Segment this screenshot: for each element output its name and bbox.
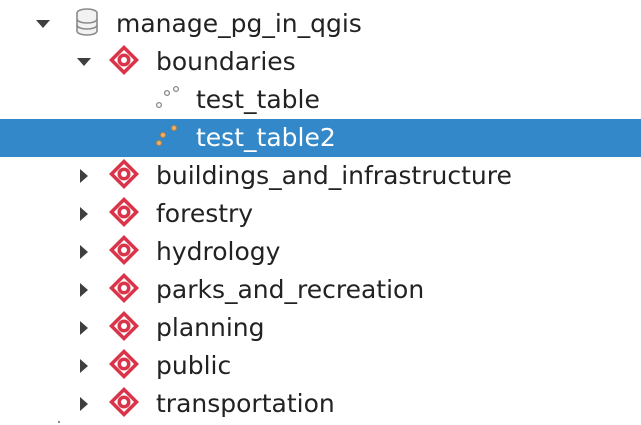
point-layer-icon — [155, 85, 181, 115]
table-label: test_table2 — [196, 123, 336, 152]
tree-item-schema-transportation[interactable]: transportation — [0, 385, 641, 423]
schema-icon — [108, 348, 140, 384]
schema-icon — [108, 44, 140, 80]
schema-icon — [108, 272, 140, 308]
tree-guide-dot — [58, 421, 60, 423]
tree-item-database[interactable]: manage_pg_in_qgis — [0, 5, 641, 43]
expand-arrow-icon[interactable] — [80, 169, 88, 183]
database-icon — [74, 8, 100, 40]
schema-label: buildings_and_infrastructure — [156, 161, 512, 190]
tree-item-schema-forestry[interactable]: forestry — [0, 195, 641, 233]
tree-item-table-test-table2[interactable]: test_table2 — [0, 119, 641, 157]
tree-item-schema-planning[interactable]: planning — [0, 309, 641, 347]
table-label: test_table — [196, 85, 320, 114]
schema-icon — [108, 310, 140, 346]
schema-label: hydrology — [156, 237, 281, 266]
expand-arrow-icon[interactable] — [80, 245, 88, 259]
schema-icon — [108, 196, 140, 232]
schema-icon — [108, 386, 140, 422]
schema-icon — [108, 234, 140, 270]
tree-item-schema-public[interactable]: public — [0, 347, 641, 385]
tree-item-table-test-table[interactable]: test_table — [0, 81, 641, 119]
database-label: manage_pg_in_qgis — [116, 9, 362, 38]
collapse-arrow-icon[interactable] — [36, 20, 50, 28]
expand-arrow-icon[interactable] — [80, 207, 88, 221]
expand-arrow-icon[interactable] — [80, 359, 88, 373]
expand-arrow-icon[interactable] — [80, 397, 88, 411]
tree-item-schema-hydrology[interactable]: hydrology — [0, 233, 641, 271]
tree-item-schema-parks-and-recreation[interactable]: parks_and_recreation — [0, 271, 641, 309]
schema-label: parks_and_recreation — [156, 275, 425, 304]
expand-arrow-icon[interactable] — [80, 283, 88, 297]
schema-label: transportation — [156, 389, 335, 418]
schema-label: public — [156, 351, 232, 380]
schema-label: forestry — [156, 199, 254, 228]
point-layer-icon — [155, 123, 181, 153]
collapse-arrow-icon[interactable] — [77, 58, 91, 66]
schema-icon — [108, 158, 140, 194]
schema-label: planning — [156, 313, 265, 342]
tree-item-schema-buildings-and-infrastructure[interactable]: buildings_and_infrastructure — [0, 157, 641, 195]
tree-item-schema-boundaries[interactable]: boundaries — [0, 43, 641, 81]
browser-tree: manage_pg_in_qgis boundaries test_table — [0, 0, 641, 425]
expand-arrow-icon[interactable] — [80, 321, 88, 335]
schema-label: boundaries — [156, 47, 296, 76]
